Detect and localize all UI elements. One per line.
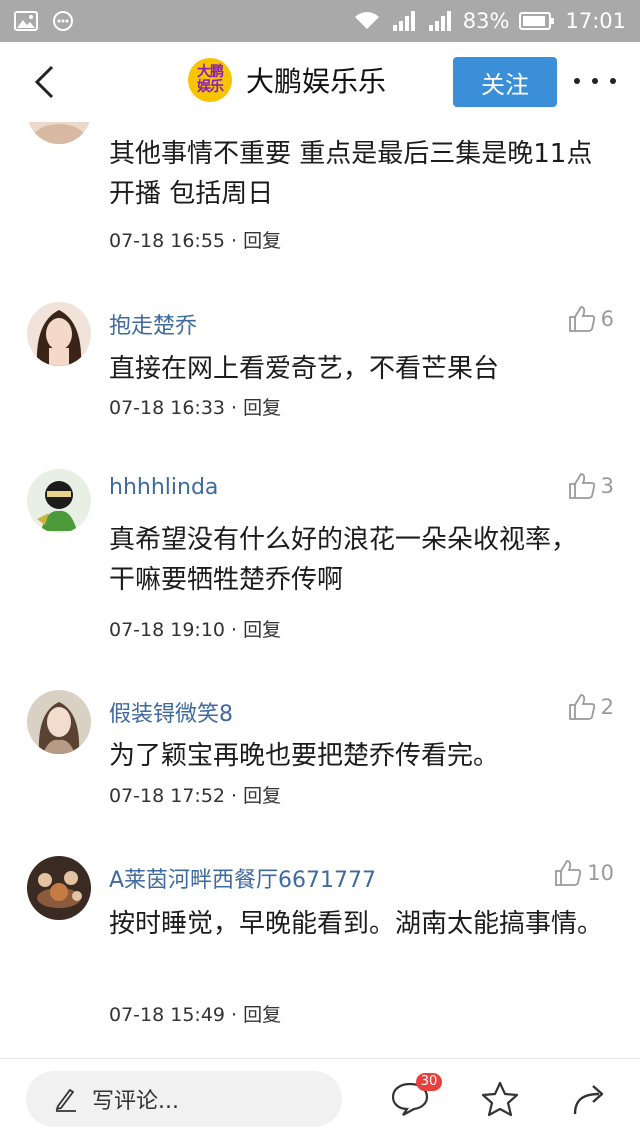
- comment-date: 07-18 16:55: [109, 230, 226, 252]
- account-info[interactable]: 大鹏娱乐 大鹏娱乐乐: [188, 58, 386, 102]
- thumbs-up-icon: [568, 694, 595, 720]
- wifi-icon: [353, 11, 381, 31]
- meta-separator: ·: [225, 785, 244, 807]
- write-comment-input[interactable]: 写评论...: [26, 1071, 342, 1127]
- avatar[interactable]: [27, 122, 91, 144]
- like-count: 2: [600, 695, 614, 719]
- back-arrow-icon: [34, 65, 54, 99]
- comment-date: 07-18 15:49: [109, 1004, 226, 1026]
- avatar[interactable]: [27, 302, 91, 366]
- comment-text: 直接在网上看爱奇艺，不看芒果台: [109, 354, 500, 384]
- status-bar-right: 83% 17:01: [353, 9, 626, 33]
- meta-separator: ·: [225, 619, 244, 641]
- signal-icon: [427, 11, 453, 31]
- reply-link[interactable]: 回复: [243, 1004, 281, 1026]
- meta-separator: ·: [225, 397, 244, 419]
- meta-separator: ·: [225, 230, 244, 252]
- account-logo: 大鹏娱乐: [188, 58, 232, 102]
- battery-icon: [519, 11, 555, 31]
- reply-link[interactable]: 回复: [243, 619, 281, 641]
- meta-separator: ·: [225, 1004, 244, 1026]
- more-dot: [574, 78, 580, 84]
- like-button[interactable]: 2: [567, 692, 614, 722]
- thumbs-up-icon: [568, 473, 595, 499]
- comment-meta: 07-18 19:10 · 回复: [109, 615, 281, 642]
- clock: 17:01: [565, 9, 626, 33]
- status-bar-left: [14, 10, 74, 32]
- comment-meta: 07-18 16:55 · 回复: [109, 226, 281, 253]
- image-icon: [14, 11, 38, 31]
- favorite-button[interactable]: [478, 1077, 522, 1121]
- like-button[interactable]: 10: [553, 858, 614, 888]
- like-count: 10: [587, 861, 614, 885]
- more-dot: [610, 78, 616, 84]
- comment-date: 07-18 19:10: [109, 619, 226, 641]
- reply-link[interactable]: 回复: [243, 397, 281, 419]
- bottom-bar: 写评论... 30: [0, 1058, 640, 1138]
- signal-icon: [391, 11, 417, 31]
- status-bar: 83% 17:01: [0, 0, 640, 42]
- comment-text: 按时睡觉，早晚能看到。湖南太能搞事情。: [109, 909, 604, 939]
- like-count: 3: [600, 474, 614, 498]
- header: 大鹏娱乐 大鹏娱乐乐 关注: [0, 42, 640, 122]
- thumbs-up-icon: [555, 860, 582, 886]
- avatar[interactable]: [27, 690, 91, 754]
- comment-count-badge: 30: [416, 1073, 442, 1091]
- write-comment-placeholder: 写评论...: [92, 1089, 179, 1114]
- comment-date: 07-18 16:33: [109, 397, 226, 419]
- pen-icon: [55, 1088, 76, 1112]
- comment-meta: 07-18 17:52 · 回复: [109, 781, 281, 808]
- avatar[interactable]: [27, 856, 91, 920]
- thumbs-up-icon: [568, 306, 595, 332]
- comment-list[interactable]: 其他事情不重要 重点是最后三集是晚11点开播 包括周日 07-18 16:55 …: [0, 122, 640, 1058]
- comment-meta: 07-18 15:49 · 回复: [109, 1000, 281, 1027]
- comment-date: 07-18 17:52: [109, 785, 226, 807]
- comment-username[interactable]: 假装锝微笑8: [109, 696, 233, 728]
- comment-meta: 07-18 16:33 · 回复: [109, 393, 281, 420]
- comment-text: 其他事情不重要 重点是最后三集是晚11点开播 包括周日: [109, 139, 593, 209]
- more-options-button[interactable]: [574, 70, 616, 92]
- share-button[interactable]: [567, 1077, 611, 1121]
- share-arrow-icon: [573, 1085, 604, 1115]
- back-button[interactable]: [24, 60, 64, 104]
- comment-text: 为了颖宝再晚也要把楚乔传看完。: [109, 741, 500, 771]
- like-button[interactable]: 3: [567, 471, 614, 501]
- battery-percent: 83%: [462, 9, 510, 33]
- message-icon: [52, 10, 74, 32]
- account-name: 大鹏娱乐乐: [246, 65, 387, 98]
- like-button[interactable]: 6: [567, 304, 614, 334]
- comment-username[interactable]: 抱走楚乔: [109, 308, 197, 340]
- follow-button[interactable]: 关注: [453, 57, 557, 107]
- comment-username[interactable]: hhhhlinda: [109, 475, 218, 500]
- more-dot: [592, 78, 598, 84]
- comment-text: 真希望没有什么好的浪花一朵朵收视率，干嘛要牺牲楚乔传啊: [109, 525, 578, 595]
- reply-link[interactable]: 回复: [243, 785, 281, 807]
- reply-link[interactable]: 回复: [243, 230, 281, 252]
- like-count: 6: [600, 307, 614, 331]
- comment-username[interactable]: A莱茵河畔西餐厅6671777: [109, 862, 376, 894]
- logo-text: 大鹏娱乐: [197, 64, 224, 95]
- star-icon: [481, 1081, 519, 1117]
- avatar[interactable]: [27, 469, 91, 533]
